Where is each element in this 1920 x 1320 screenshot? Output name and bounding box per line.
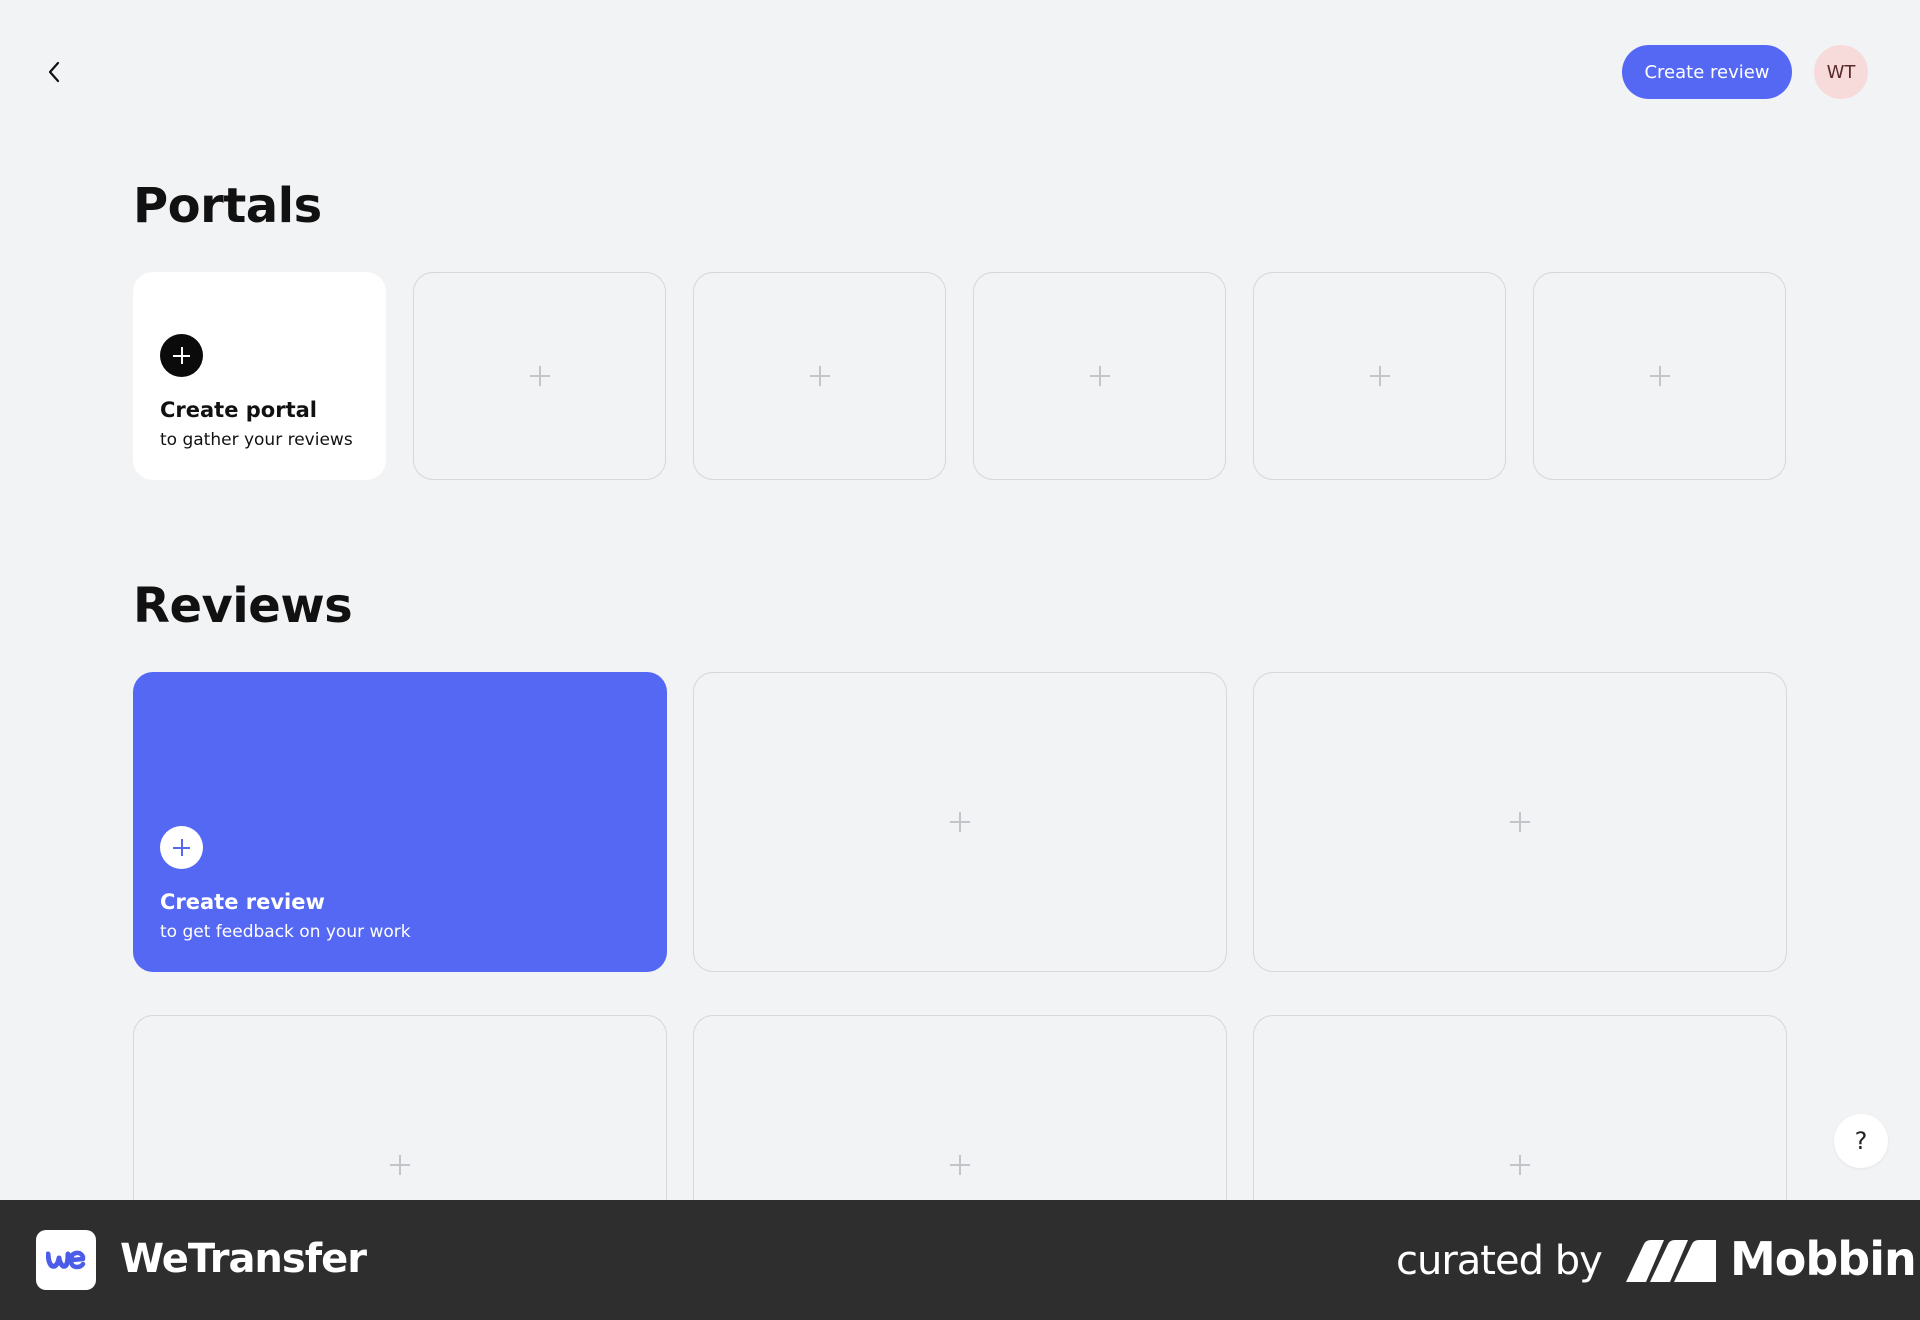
create-portal-title: Create portal xyxy=(160,398,317,422)
plus-icon xyxy=(1649,366,1670,386)
create-review-title: Create review xyxy=(160,890,325,914)
plus-circle-icon xyxy=(160,826,203,869)
portal-placeholder-card[interactable] xyxy=(1533,272,1786,480)
portal-placeholder-card[interactable] xyxy=(1253,272,1506,480)
portal-placeholder-card[interactable] xyxy=(973,272,1226,480)
help-button[interactable]: ? xyxy=(1834,1114,1888,1168)
plus-icon xyxy=(950,1155,970,1175)
footer: WeTransfer curated by Mobbin xyxy=(0,1200,1920,1320)
plus-icon xyxy=(529,366,550,386)
create-review-subtitle: to get feedback on your work xyxy=(160,922,411,942)
create-portal-subtitle: to gather your reviews xyxy=(160,430,353,450)
plus-icon xyxy=(1510,812,1530,832)
plus-icon xyxy=(1510,1155,1530,1175)
chevron-left-icon xyxy=(48,61,60,83)
wetransfer-logo-icon xyxy=(36,1230,96,1290)
review-placeholder-card[interactable] xyxy=(1253,672,1787,972)
review-placeholder-card[interactable] xyxy=(693,672,1227,972)
plus-icon xyxy=(1369,366,1390,386)
reviews-title: Reviews xyxy=(133,578,353,634)
portal-placeholder-card[interactable] xyxy=(693,272,946,480)
plus-icon xyxy=(1089,366,1110,386)
avatar[interactable]: WT xyxy=(1814,45,1868,99)
plus-circle-icon xyxy=(160,334,203,377)
create-review-button[interactable]: Create review xyxy=(1622,45,1792,99)
portals-title: Portals xyxy=(133,178,322,234)
curated-by-label: curated by xyxy=(1396,1238,1603,1284)
footer-brand: WeTransfer xyxy=(120,1236,367,1282)
mobbin-wordmark: Mobbin xyxy=(1730,1232,1917,1286)
portal-placeholder-card[interactable] xyxy=(413,272,666,480)
create-review-card[interactable]: Create review to get feedback on your wo… xyxy=(133,672,667,972)
back-button[interactable] xyxy=(38,54,70,90)
plus-icon xyxy=(809,366,830,386)
plus-icon xyxy=(390,1155,410,1175)
create-portal-card[interactable]: Create portal to gather your reviews xyxy=(133,272,386,480)
plus-icon xyxy=(950,812,970,832)
mobbin-logo-icon xyxy=(1626,1240,1716,1282)
